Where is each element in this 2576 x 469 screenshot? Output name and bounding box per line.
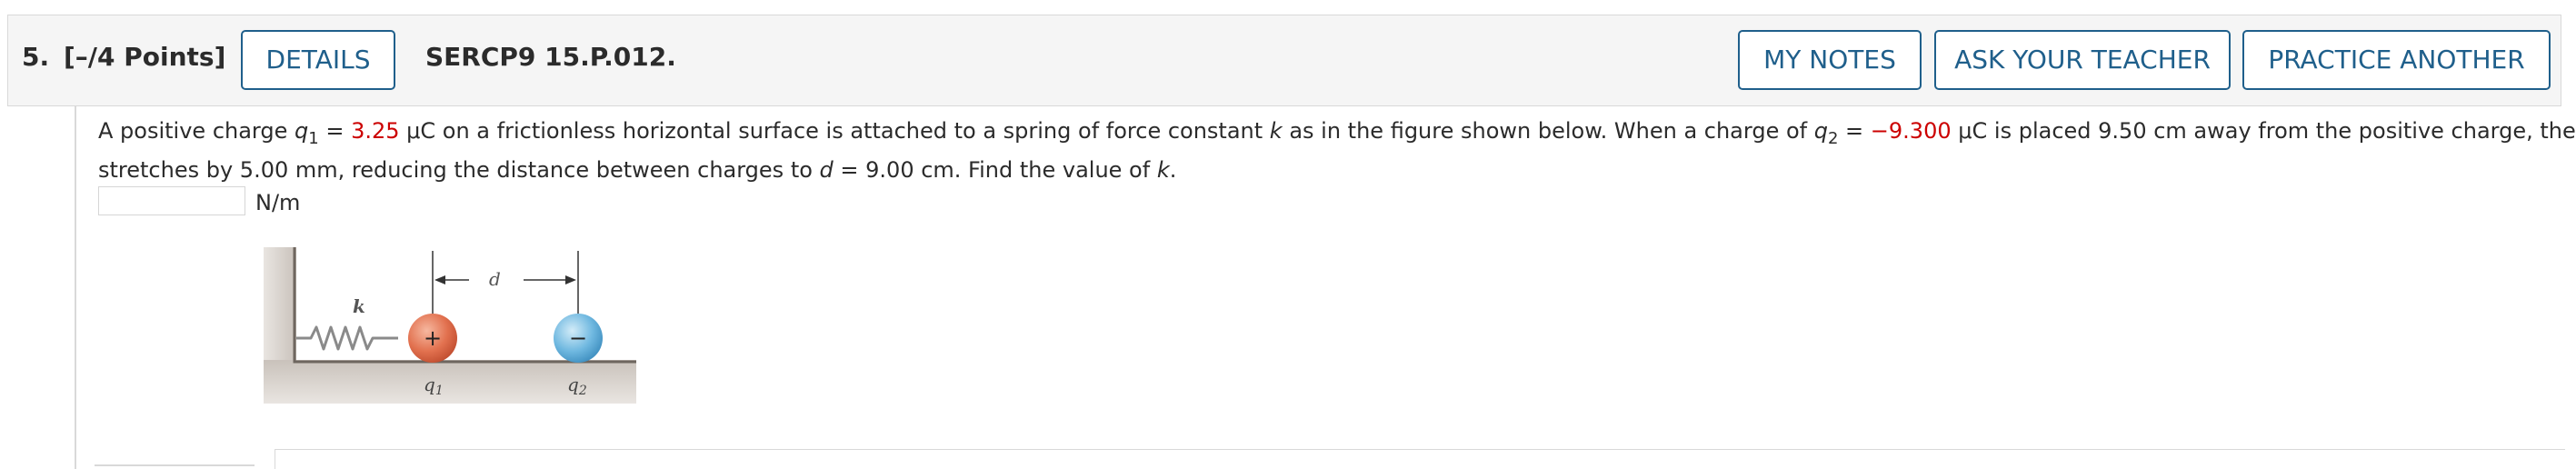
question-number: 5. <box>22 42 50 72</box>
answer-input[interactable] <box>98 186 245 215</box>
distance-label: d <box>489 268 501 290</box>
positive-sign: + <box>424 325 442 351</box>
spring-charges-figure: k d + − q1 q2 <box>264 247 636 404</box>
my-notes-button[interactable]: MY NOTES <box>1738 30 1922 90</box>
details-button[interactable]: DETAILS <box>241 30 395 90</box>
problem-text-line-1: A positive charge q1 = 3.25 μC on a fric… <box>98 118 2576 148</box>
problem-text-line-2: stretches by 5.00 mm, reducing the dista… <box>98 157 1177 183</box>
spring-constant-label: k <box>353 295 365 317</box>
next-section-divider <box>95 464 255 466</box>
q1-value: 3.25 <box>351 118 400 144</box>
next-section-box <box>275 449 2565 469</box>
q2-value: −9.300 <box>1870 118 1952 144</box>
negative-sign: − <box>569 325 587 351</box>
practice-another-button[interactable]: PRACTICE ANOTHER <box>2242 30 2551 90</box>
problem-code: SERCP9 15.P.012. <box>425 42 676 72</box>
answer-unit: N/m <box>255 190 301 215</box>
question-points: [–/4 Points] <box>64 42 226 72</box>
content-left-border <box>75 106 76 469</box>
spring <box>296 325 398 351</box>
question-panel: 5. [–/4 Points] DETAILS SERCP9 15.P.012.… <box>0 0 2576 469</box>
ask-teacher-button[interactable]: ASK YOUR TEACHER <box>1934 30 2231 90</box>
